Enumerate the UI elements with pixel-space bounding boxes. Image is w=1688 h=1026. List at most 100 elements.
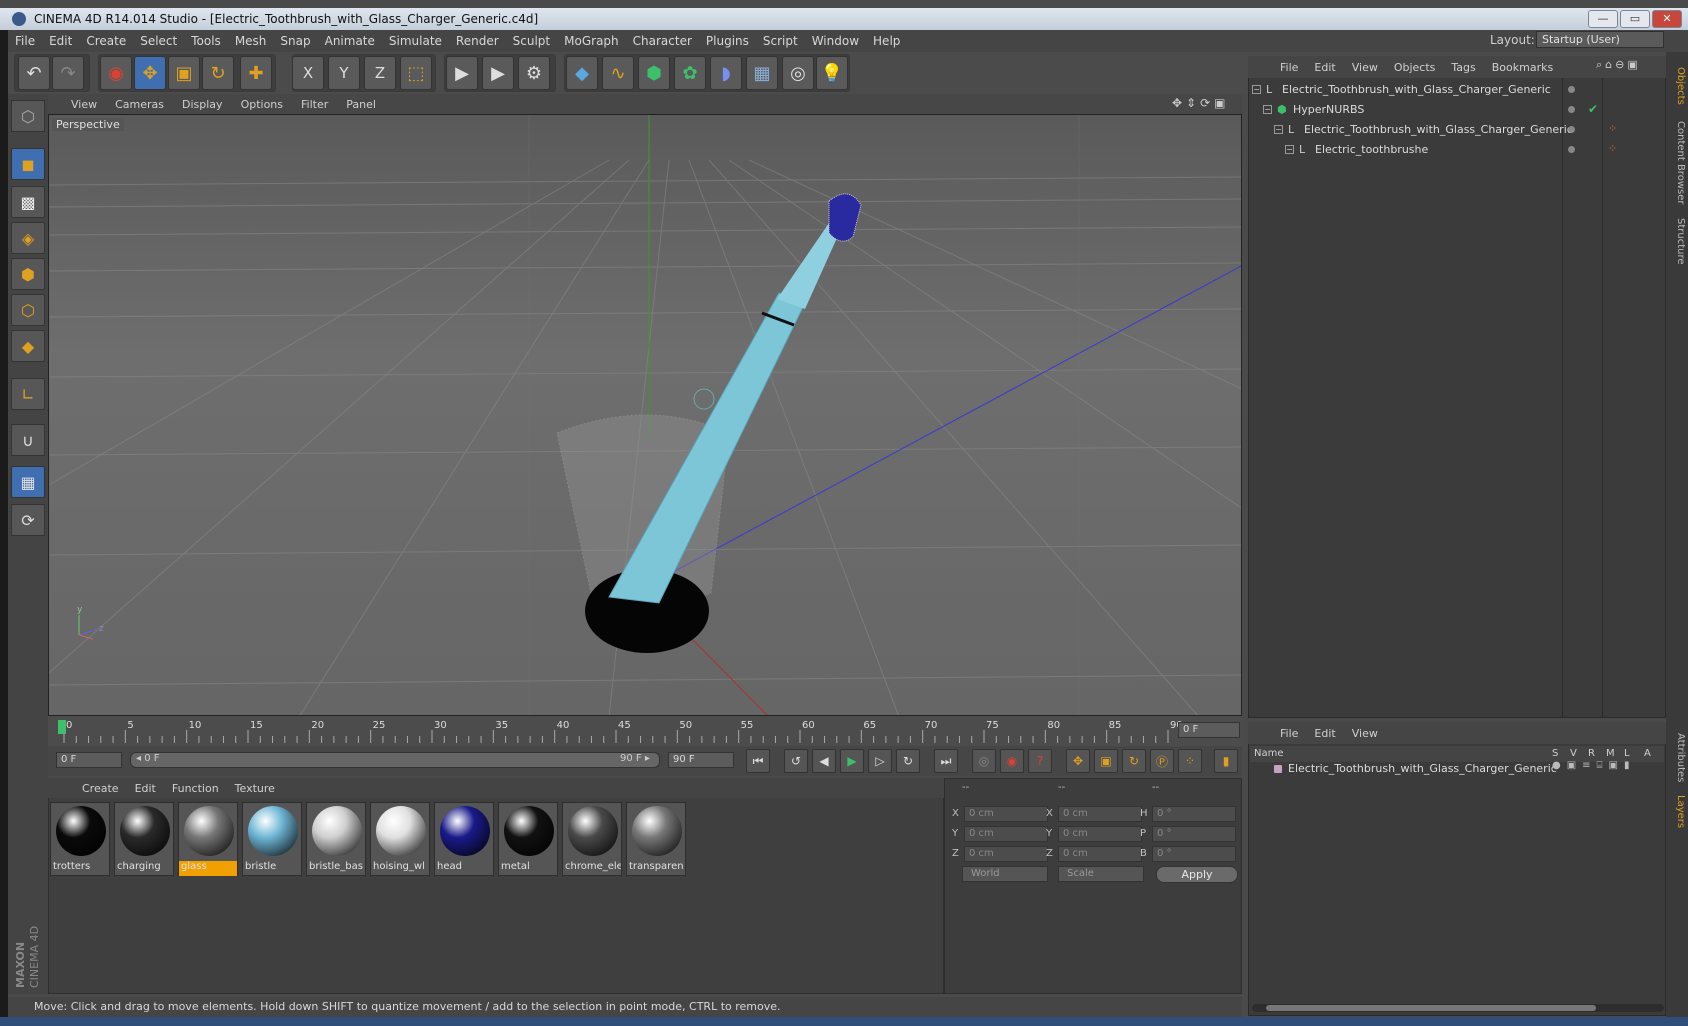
floor-icon[interactable]: ▦ <box>746 56 778 90</box>
key-parameter-icon[interactable]: Ⓟ <box>1150 749 1174 773</box>
frame-range-slider[interactable] <box>130 752 660 768</box>
edges-mode-icon[interactable]: ⬡ <box>11 294 45 326</box>
key-scale-icon[interactable]: ▣ <box>1094 749 1118 773</box>
object-tree-item[interactable]: HyperNURBS <box>1293 101 1364 119</box>
minimize-button[interactable]: — <box>1588 10 1618 28</box>
goto-start-icon[interactable]: ⏮ <box>746 749 770 773</box>
layer-row-name[interactable]: Electric_Toothbrush_with_Glass_Charger_G… <box>1288 760 1557 778</box>
vp-menu-options[interactable]: Options <box>232 98 292 111</box>
layer-menu-edit[interactable]: Edit <box>1306 727 1343 740</box>
key-position-icon[interactable]: ✥ <box>1066 749 1090 773</box>
tree-expand-icon[interactable]: − <box>1285 145 1294 154</box>
menu-edit[interactable]: Edit <box>42 34 79 48</box>
x-axis-lock-icon[interactable]: X <box>292 56 324 90</box>
material-swatch[interactable]: trotters <box>50 802 110 876</box>
obj-menu-bookmarks[interactable]: Bookmarks <box>1484 61 1561 74</box>
apply-button[interactable]: Apply <box>1156 866 1238 883</box>
start-frame-field[interactable]: 0 F <box>56 752 122 768</box>
menu-mesh[interactable]: Mesh <box>228 34 274 48</box>
menu-render[interactable]: Render <box>449 34 506 48</box>
material-swatch[interactable]: glass <box>178 802 238 876</box>
edit-render-settings-icon[interactable]: ⚙ <box>518 56 550 90</box>
menu-script[interactable]: Script <box>756 34 805 48</box>
model-mode-icon[interactable]: ◼ <box>11 148 45 180</box>
visibility-dot-icon[interactable] <box>1568 86 1575 93</box>
maximize-button[interactable]: ▭ <box>1620 10 1650 28</box>
object-tree-item[interactable]: Electric_Toothbrush_with_Glass_Charger_G… <box>1304 121 1573 139</box>
layer-menu-view[interactable]: View <box>1344 727 1386 740</box>
obj-menu-file[interactable]: File <box>1272 61 1306 74</box>
viewport-nav-icons[interactable]: ✥⇕⟳▣ <box>1172 96 1230 110</box>
coord-value-field[interactable]: 0 cm <box>964 846 1048 862</box>
layer-menu-file[interactable]: File <box>1272 727 1306 740</box>
vp-menu-display[interactable]: Display <box>173 98 232 111</box>
timeline-window-icon[interactable]: ▮ <box>1214 749 1238 773</box>
key-pla-icon[interactable]: ⁘ <box>1178 749 1202 773</box>
deformer-icon[interactable]: ◗ <box>710 56 742 90</box>
object-tree-item[interactable]: Electric_toothbrushe <box>1315 141 1428 159</box>
end-frame-field[interactable]: 90 F <box>668 752 734 768</box>
material-swatch[interactable]: charging <box>114 802 174 876</box>
menu-create[interactable]: Create <box>79 34 133 48</box>
mat-menu-create[interactable]: Create <box>74 782 127 795</box>
mat-menu-edit[interactable]: Edit <box>127 782 164 795</box>
render-picture-viewer-icon[interactable]: ▶ <box>482 56 514 90</box>
obj-menu-tags[interactable]: Tags <box>1443 61 1483 74</box>
menu-mograph[interactable]: MoGraph <box>557 34 626 48</box>
tree-expand-icon[interactable]: − <box>1263 105 1272 114</box>
tab-structure[interactable]: Structure <box>1668 212 1686 270</box>
undo-icon[interactable]: ↶ <box>18 56 50 90</box>
menu-animate[interactable]: Animate <box>318 34 382 48</box>
tree-expand-icon[interactable]: − <box>1274 125 1283 134</box>
coord-value-field[interactable]: 0 cm <box>964 826 1048 842</box>
layout-select[interactable]: Startup (User) <box>1536 31 1664 48</box>
tab-content-browser[interactable]: Content Browser <box>1668 118 1686 208</box>
scale-mode-select[interactable]: Scale <box>1058 866 1144 882</box>
vp-menu-cameras[interactable]: Cameras <box>106 98 173 111</box>
record-keys-icon[interactable]: ◎ <box>972 749 996 773</box>
previous-key-icon[interactable]: ↺ <box>784 749 808 773</box>
points-mode-icon[interactable]: ⬢ <box>11 258 45 290</box>
layer-scrollbar-thumb[interactable] <box>1266 1005 1596 1011</box>
workplane-mode-icon[interactable]: ◈ <box>11 222 45 254</box>
y-axis-lock-icon[interactable]: Y <box>328 56 360 90</box>
render-view-icon[interactable]: ▶ <box>446 56 478 90</box>
material-tag-icon[interactable]: ⁘ <box>1608 142 1617 155</box>
vp-menu-filter[interactable]: Filter <box>292 98 337 111</box>
material-swatch[interactable]: head <box>434 802 494 876</box>
timeline-playhead[interactable] <box>58 720 66 734</box>
mat-menu-function[interactable]: Function <box>164 782 227 795</box>
obj-menu-edit[interactable]: Edit <box>1306 61 1343 74</box>
menu-file[interactable]: File <box>8 34 42 48</box>
scale-icon[interactable]: ▣ <box>168 56 200 90</box>
menu-sculpt[interactable]: Sculpt <box>506 34 557 48</box>
redo-icon[interactable]: ↷ <box>52 56 84 90</box>
coord-value-field[interactable]: 0 ° <box>1152 806 1236 822</box>
object-manager-search-icons[interactable]: ⌕⌂⊖▣ <box>1596 58 1641 72</box>
axis-mode-icon[interactable]: ∟ <box>11 378 45 410</box>
visibility-dot-icon[interactable] <box>1568 106 1575 113</box>
key-rotation-icon[interactable]: ↻ <box>1122 749 1146 773</box>
mat-menu-texture[interactable]: Texture <box>227 782 283 795</box>
autokey-icon[interactable]: ◉ <box>1000 749 1024 773</box>
last-tool-icon[interactable]: ✚ <box>240 56 272 90</box>
vp-menu-view[interactable]: View <box>62 98 106 111</box>
coord-value-field[interactable]: 0 cm <box>1058 826 1142 842</box>
coord-value-field[interactable]: 0 ° <box>1152 826 1236 842</box>
tab-objects[interactable]: Objects <box>1668 56 1686 116</box>
tab-layers[interactable]: Layers <box>1668 790 1686 834</box>
vp-menu-panel[interactable]: Panel <box>337 98 385 111</box>
camera-icon[interactable]: ◎ <box>782 56 814 90</box>
live-selection-icon[interactable]: ◉ <box>100 56 132 90</box>
timeline-ruler[interactable]: 0 5 10 15 20 25 30 35 40 45 50 55 60 65 70 75 80 85 90 <box>48 716 1242 746</box>
visibility-dot-icon[interactable] <box>1568 146 1575 153</box>
play-icon[interactable]: ▶ <box>840 749 864 773</box>
subdivision-icon[interactable]: ⬢ <box>638 56 670 90</box>
material-swatch[interactable]: bristle_bas <box>306 802 366 876</box>
object-tree-item[interactable]: Electric_Toothbrush_with_Glass_Charger_G… <box>1282 81 1551 99</box>
menu-character[interactable]: Character <box>626 34 699 48</box>
tree-expand-icon[interactable]: − <box>1252 85 1261 94</box>
obj-menu-view[interactable]: View <box>1344 61 1386 74</box>
snap-enable-icon[interactable]: ▦ <box>11 466 45 498</box>
coord-mode-select[interactable]: World <box>962 866 1048 882</box>
